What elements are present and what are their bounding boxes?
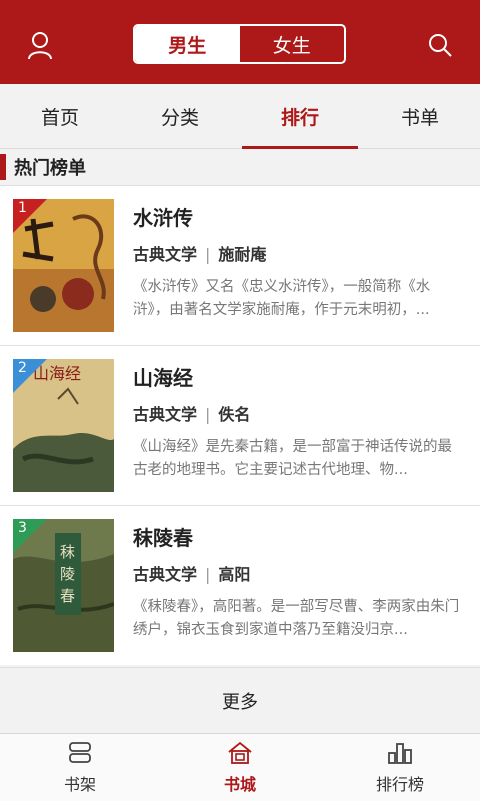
search-icon[interactable] xyxy=(423,28,457,62)
book-description: 《山海经》是先秦古籍，是一部富于神话传说的最古老的地理书。它主要记述古代地理、物… xyxy=(133,439,452,478)
bookstore-icon xyxy=(228,741,252,764)
book-list: 1 水浒传 古典文学 | 施耐庵 《水浒传》又名《忠义水浒传》，一般简称《水浒》，由… xyxy=(0,185,480,665)
book-title[interactable]: 秣陵春 xyxy=(133,522,193,551)
rank-number: 3 xyxy=(18,520,27,536)
gender-toggle: 男生 女生 xyxy=(133,24,346,64)
cover-title-text: 秣 xyxy=(60,543,75,561)
user-icon[interactable] xyxy=(23,28,57,62)
nav-bookshelf[interactable]: 书架 xyxy=(0,734,160,801)
rank-number: 2 xyxy=(18,360,27,376)
gender-tab-female[interactable]: 女生 xyxy=(240,26,345,62)
nav-ranking[interactable]: 排行榜 xyxy=(320,734,480,801)
book-cover[interactable]: 1 xyxy=(13,199,114,332)
rank-number: 1 xyxy=(18,200,27,216)
book-title[interactable]: 水浒传 xyxy=(133,202,193,231)
book-cover[interactable]: 山海经 2 xyxy=(13,359,114,492)
book-meta: 古典文学 | 施耐庵 xyxy=(133,245,267,264)
ranking-icon xyxy=(388,742,412,764)
book-description: 《秣陵春》，高阳著。是一部写尽曹、李两家由朱门绣户，锦衣玉食到家道中落乃至籍没归… xyxy=(133,599,460,638)
nav-bookstore-label: 书城 xyxy=(223,774,256,794)
book-category: 古典文学 xyxy=(133,245,198,264)
tab-booklist[interactable]: 书单 xyxy=(360,84,480,148)
bookshelf-icon xyxy=(69,741,91,763)
book-cover[interactable]: 秣 陵 春 3 xyxy=(13,519,114,652)
nav-bookshelf-label: 书架 xyxy=(63,774,96,794)
book-meta: 古典文学 | 佚名 xyxy=(133,405,251,424)
section-accent-bar xyxy=(0,154,6,180)
tab-ranking[interactable]: 排行 xyxy=(240,84,360,149)
more-button[interactable]: 更多 xyxy=(0,667,480,734)
tab-category[interactable]: 分类 xyxy=(120,84,240,148)
section-title: 热门榜单 xyxy=(14,158,86,179)
bottom-nav: 书架 书城 排行榜 xyxy=(0,733,480,801)
nav-bookstore[interactable]: 书城 xyxy=(160,734,320,801)
section-header: 热门榜单 xyxy=(0,149,480,185)
book-category: 古典文学 xyxy=(133,405,198,424)
book-title[interactable]: 山海经 xyxy=(133,362,193,391)
cover-title-text: 陵 xyxy=(60,565,75,583)
list-item[interactable]: 1 水浒传 古典文学 | 施耐庵 《水浒传》又名《忠义水浒传》，一般简称《水浒》，由… xyxy=(0,185,480,345)
book-author: 高阳 xyxy=(218,565,251,584)
book-description: 《水浒传》又名《忠义水浒传》，一般简称《水浒》，由著名文学家施耐庵，作于元末明初… xyxy=(133,279,431,318)
book-author: 施耐庵 xyxy=(218,245,267,264)
list-item[interactable]: 山海经 2 山海经 古典文学 | 佚名 《山海经》是先秦古籍，是一部富于神话传说的最… xyxy=(0,345,480,505)
list-item[interactable]: 秣 陵 春 3 秣陵春 古典文学 | 高阳 《秣陵春》，高阳著。是一部写尽曹、李两家… xyxy=(0,505,480,665)
book-meta: 古典文学 | 高阳 xyxy=(133,565,251,584)
tab-home[interactable]: 首页 xyxy=(0,84,120,148)
book-author: 佚名 xyxy=(218,405,251,424)
gender-tab-male[interactable]: 男生 xyxy=(135,26,240,62)
nav-ranking-label: 排行榜 xyxy=(375,774,424,794)
top-tabs: 首页 分类 排行 书单 xyxy=(0,84,480,149)
book-category: 古典文学 xyxy=(133,565,198,584)
cover-title-text: 春 xyxy=(60,587,75,605)
app-header: 男生 女生 xyxy=(0,0,480,84)
